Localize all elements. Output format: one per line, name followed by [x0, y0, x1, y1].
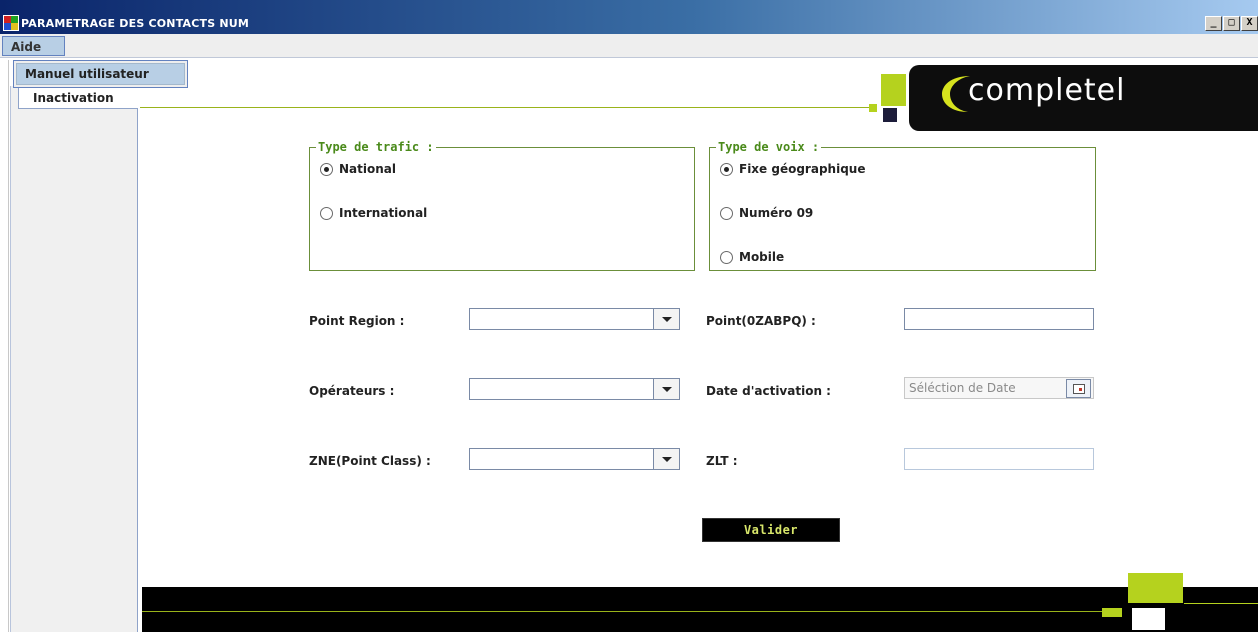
zne-select[interactable]: [469, 448, 680, 470]
tab-inactivation[interactable]: Inactivation: [18, 87, 138, 109]
footer-decor-line: [1184, 603, 1258, 604]
menu-item-manuel-utilisateur[interactable]: Manuel utilisateur: [16, 63, 185, 85]
footer-divider-line: [142, 611, 1102, 612]
valider-button[interactable]: Valider: [702, 518, 840, 542]
radio-national[interactable]: National: [320, 162, 396, 176]
radio-mobile[interactable]: Mobile: [720, 250, 784, 264]
radio-international-indicator[interactable]: [320, 206, 333, 220]
radio-numero-09-label: Numéro 09: [739, 206, 814, 220]
window-title-bar: PARAMETRAGE DES CONTACTS NUM _ □ X: [0, 0, 1258, 34]
point-region-label: Point Region :: [309, 314, 405, 328]
decor-square: [1132, 608, 1165, 630]
decor-square: [1102, 608, 1122, 617]
operateurs-select[interactable]: [469, 378, 680, 400]
decor-square: [881, 74, 906, 106]
decor-square: [869, 104, 877, 112]
radio-fixe-geographique[interactable]: Fixe géographique: [720, 162, 865, 176]
radio-mobile-indicator[interactable]: [720, 250, 733, 264]
radio-mobile-label: Mobile: [739, 250, 785, 264]
header-divider-line: [140, 107, 870, 108]
aide-dropdown-menu: Manuel utilisateur: [13, 60, 188, 88]
type-voix-legend: Type de voix :: [716, 140, 822, 154]
footer-band: [142, 587, 1258, 632]
radio-international-label: International: [339, 206, 428, 220]
minimize-button[interactable]: _: [1205, 16, 1222, 31]
point-0zabpq-label: Point(0ZABPQ) :: [706, 314, 816, 328]
radio-national-label: National: [339, 162, 396, 176]
radio-fixe-indicator[interactable]: [720, 162, 733, 176]
chevron-down-icon[interactable]: [653, 309, 679, 329]
close-button[interactable]: X: [1241, 16, 1258, 31]
zlt-label: ZLT :: [706, 454, 738, 468]
point-region-select[interactable]: [469, 308, 680, 330]
decor-square: [1128, 573, 1183, 603]
chevron-down-icon[interactable]: [653, 449, 679, 469]
chevron-down-icon[interactable]: [653, 379, 679, 399]
maximize-button[interactable]: □: [1223, 16, 1240, 31]
decor-square: [883, 108, 897, 122]
logo-text: completel: [968, 73, 1126, 108]
menu-aide[interactable]: Aide: [2, 36, 65, 56]
left-tab-panel: [10, 86, 138, 632]
zne-label: ZNE(Point Class) :: [309, 454, 431, 468]
point-0zabpq-input[interactable]: [904, 308, 1094, 330]
window-title: PARAMETRAGE DES CONTACTS NUM: [21, 17, 250, 30]
radio-numero-09[interactable]: Numéro 09: [720, 206, 813, 220]
radio-international[interactable]: International: [320, 206, 427, 220]
calendar-icon: [1073, 384, 1085, 394]
left-divider: [8, 60, 9, 632]
radio-numero-09-indicator[interactable]: [720, 206, 733, 220]
operateurs-label: Opérateurs :: [309, 384, 395, 398]
radio-fixe-label: Fixe géographique: [739, 162, 866, 176]
app-icon: [3, 15, 19, 31]
date-activation-label: Date d'activation :: [706, 384, 831, 398]
radio-national-indicator[interactable]: [320, 162, 333, 176]
type-trafic-legend: Type de trafic :: [316, 140, 436, 154]
calendar-button[interactable]: [1066, 379, 1091, 398]
zlt-input[interactable]: [904, 448, 1094, 470]
menu-bar: Aide: [0, 34, 1258, 58]
